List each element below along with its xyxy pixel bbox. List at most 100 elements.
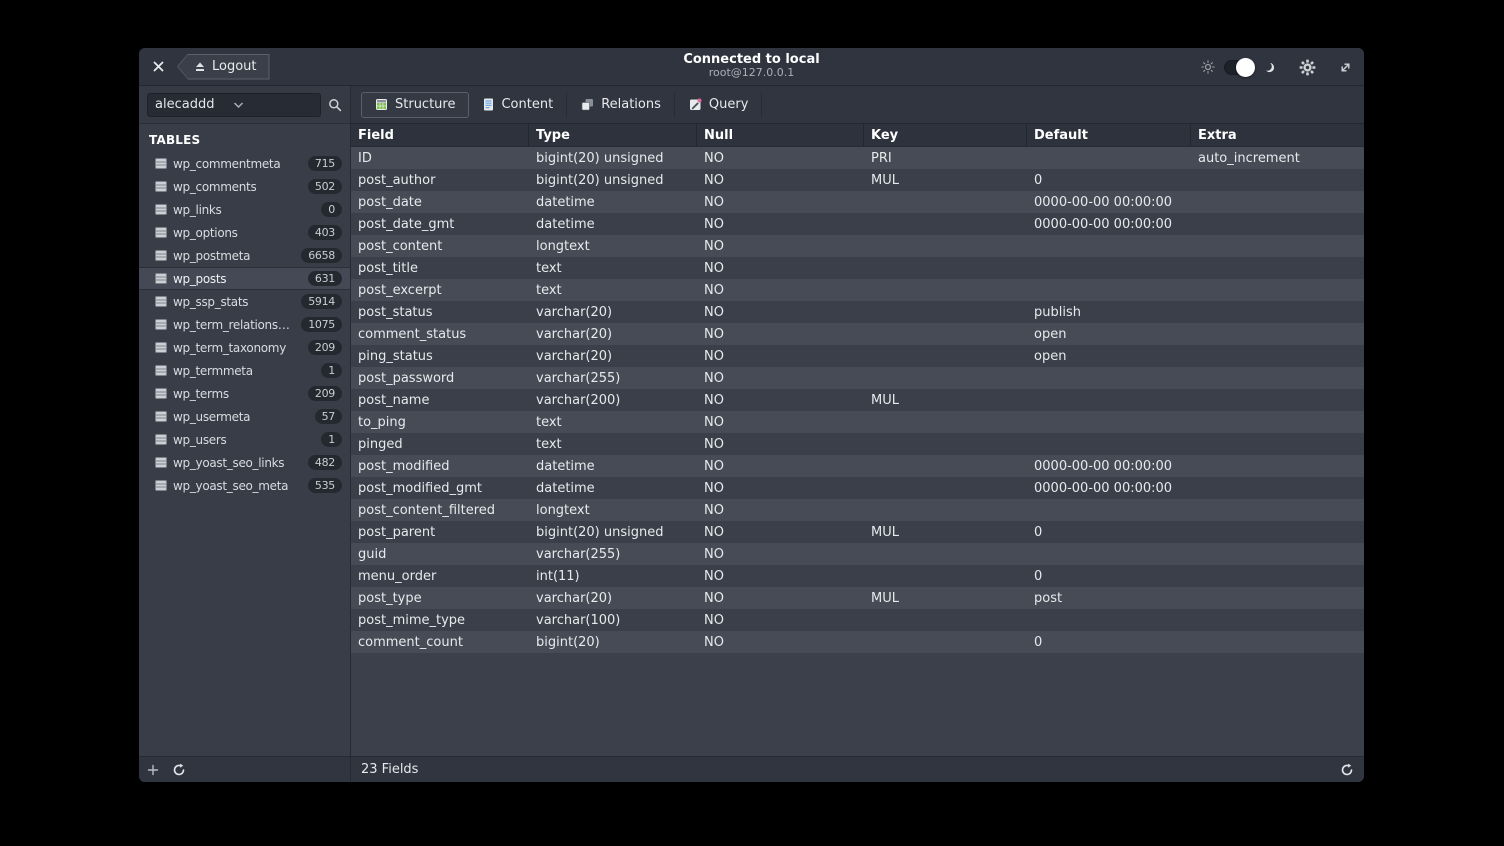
- cell-key: [864, 543, 1027, 565]
- search-icon[interactable]: [328, 98, 342, 112]
- structure-table-body: ID bigint(20) unsigned NO PRI auto_incre…: [351, 147, 1364, 653]
- sidebar-table-item[interactable]: wp_posts 631: [139, 267, 350, 290]
- dark-mode-toggle[interactable]: [1224, 60, 1254, 75]
- cell-key: [864, 279, 1027, 301]
- cell-key: [864, 433, 1027, 455]
- table-name: wp_term_relationships: [173, 318, 295, 332]
- logout-button[interactable]: Logout: [177, 54, 270, 80]
- table-row[interactable]: post_modified datetime NO 0000-00-00 00:…: [351, 455, 1364, 477]
- cell-null: NO: [697, 609, 864, 631]
- table-row[interactable]: post_status varchar(20) NO publish: [351, 301, 1364, 323]
- table-icon: [155, 457, 167, 468]
- settings-gear-icon[interactable]: [1299, 59, 1316, 76]
- cell-default: [1027, 147, 1191, 169]
- tab-content[interactable]: Content: [469, 92, 567, 118]
- table-row[interactable]: post_type varchar(20) NO MUL post: [351, 587, 1364, 609]
- sidebar-table-item[interactable]: wp_commentmeta 715: [139, 152, 350, 175]
- tab-structure[interactable]: Structure: [361, 92, 469, 118]
- table-icon: [155, 365, 167, 376]
- refresh-structure-icon[interactable]: [1340, 763, 1354, 777]
- cell-extra: [1191, 257, 1364, 279]
- table-row[interactable]: pinged text NO: [351, 433, 1364, 455]
- tab-relations[interactable]: Relations: [567, 92, 675, 118]
- cell-type: longtext: [529, 499, 697, 521]
- sidebar-table-item[interactable]: wp_links 0: [139, 198, 350, 221]
- sidebar-table-item[interactable]: wp_term_relationships 1075: [139, 313, 350, 336]
- cell-field: post_name: [351, 389, 529, 411]
- column-header-field[interactable]: Field: [351, 124, 529, 146]
- fullscreen-icon[interactable]: [1339, 61, 1352, 74]
- cell-key: [864, 411, 1027, 433]
- table-row[interactable]: post_name varchar(200) NO MUL: [351, 389, 1364, 411]
- sidebar-table-item[interactable]: wp_term_taxonomy 209: [139, 336, 350, 359]
- sidebar-table-item[interactable]: wp_comments 502: [139, 175, 350, 198]
- table-name: wp_users: [173, 433, 226, 447]
- cell-default: 0000-00-00 00:00:00: [1027, 455, 1191, 477]
- cell-field: post_date: [351, 191, 529, 213]
- cell-key: [864, 345, 1027, 367]
- add-connection-icon[interactable]: [147, 764, 159, 776]
- cell-default: [1027, 411, 1191, 433]
- table-row[interactable]: comment_count bigint(20) NO 0: [351, 631, 1364, 653]
- cell-null: NO: [697, 301, 864, 323]
- table-row[interactable]: post_title text NO: [351, 257, 1364, 279]
- column-header-type[interactable]: Type: [529, 124, 697, 146]
- table-row[interactable]: post_parent bigint(20) unsigned NO MUL 0: [351, 521, 1364, 543]
- column-header-extra[interactable]: Extra: [1191, 124, 1364, 146]
- cell-default: 0000-00-00 00:00:00: [1027, 191, 1191, 213]
- table-row[interactable]: to_ping text NO: [351, 411, 1364, 433]
- cell-type: varchar(20): [529, 323, 697, 345]
- sidebar-table-item[interactable]: wp_options 403: [139, 221, 350, 244]
- tab-query[interactable]: Query: [675, 92, 763, 118]
- cell-null: NO: [697, 455, 864, 477]
- table-row[interactable]: comment_status varchar(20) NO open: [351, 323, 1364, 345]
- cell-key: MUL: [864, 389, 1027, 411]
- reload-tables-icon[interactable]: [172, 763, 186, 777]
- cell-type: datetime: [529, 477, 697, 499]
- sidebar-table-item[interactable]: wp_yoast_seo_links 482: [139, 451, 350, 474]
- table-row[interactable]: guid varchar(255) NO: [351, 543, 1364, 565]
- cell-extra: [1191, 389, 1364, 411]
- table-row[interactable]: menu_order int(11) NO 0: [351, 565, 1364, 587]
- table-row[interactable]: post_date datetime NO 0000-00-00 00:00:0…: [351, 191, 1364, 213]
- sidebar-table-item[interactable]: wp_usermeta 57: [139, 405, 350, 428]
- sidebar-table-item[interactable]: wp_terms 209: [139, 382, 350, 405]
- table-row[interactable]: post_content_filtered longtext NO: [351, 499, 1364, 521]
- cell-null: NO: [697, 147, 864, 169]
- sidebar-table-item[interactable]: wp_termmeta 1: [139, 359, 350, 382]
- table-row[interactable]: post_excerpt text NO: [351, 279, 1364, 301]
- cell-field: post_excerpt: [351, 279, 529, 301]
- table-name: wp_posts: [173, 272, 226, 286]
- cell-extra: [1191, 587, 1364, 609]
- column-header-key[interactable]: Key: [864, 124, 1027, 146]
- close-window-button[interactable]: [149, 58, 167, 76]
- cell-extra: [1191, 433, 1364, 455]
- row-count-badge: 535: [308, 478, 342, 493]
- table-row[interactable]: ping_status varchar(20) NO open: [351, 345, 1364, 367]
- row-count-badge: 1075: [301, 317, 342, 332]
- table-row[interactable]: post_modified_gmt datetime NO 0000-00-00…: [351, 477, 1364, 499]
- table-list: wp_commentmeta 715 wp_comments 502 wp_li…: [139, 152, 350, 497]
- table-row[interactable]: post_author bigint(20) unsigned NO MUL 0: [351, 169, 1364, 191]
- database-selector[interactable]: alecaddd: [147, 93, 321, 117]
- table-row[interactable]: ID bigint(20) unsigned NO PRI auto_incre…: [351, 147, 1364, 169]
- query-icon: [689, 98, 702, 111]
- cell-default: [1027, 609, 1191, 631]
- table-row[interactable]: post_mime_type varchar(100) NO: [351, 609, 1364, 631]
- sidebar-table-item[interactable]: wp_ssp_stats 5914: [139, 290, 350, 313]
- row-count-badge: 1: [321, 363, 342, 378]
- column-header-null[interactable]: Null: [697, 124, 864, 146]
- cell-extra: [1191, 477, 1364, 499]
- table-name: wp_options: [173, 226, 238, 240]
- table-row[interactable]: post_password varchar(255) NO: [351, 367, 1364, 389]
- cell-default: [1027, 499, 1191, 521]
- sidebar-table-item[interactable]: wp_yoast_seo_meta 535: [139, 474, 350, 497]
- column-header-default[interactable]: Default: [1027, 124, 1191, 146]
- table-row[interactable]: post_content longtext NO: [351, 235, 1364, 257]
- cell-extra: [1191, 631, 1364, 653]
- sidebar-table-item[interactable]: wp_postmeta 6658: [139, 244, 350, 267]
- table-row[interactable]: post_date_gmt datetime NO 0000-00-00 00:…: [351, 213, 1364, 235]
- cell-key: MUL: [864, 169, 1027, 191]
- row-count-badge: 209: [308, 386, 342, 401]
- sidebar-table-item[interactable]: wp_users 1: [139, 428, 350, 451]
